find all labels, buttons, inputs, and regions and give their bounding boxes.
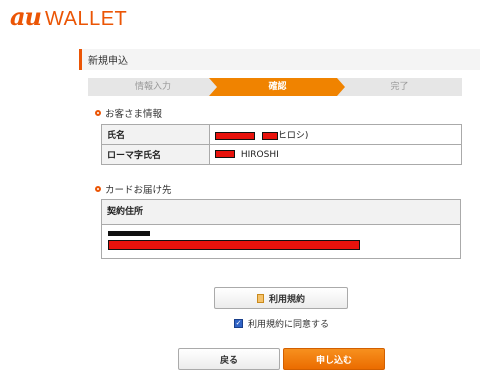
logo-wallet-text: WALLET (45, 8, 128, 30)
roman-name-text: HIROSHI (240, 149, 279, 160)
name-kana-suffix: ヒロシ) (277, 131, 309, 141)
agree-terms[interactable]: ✓ 利用規約に同意する (234, 317, 329, 330)
roman-name-value: HIROSHI (209, 144, 462, 165)
table-row: 氏名 ヒロシ) (101, 124, 462, 145)
terms-button-label: 利用規約 (268, 294, 305, 305)
page-header: 新規申込 (79, 49, 480, 70)
step-input: 情報入力 (88, 78, 218, 96)
terms-button[interactable]: 利用規約 (214, 287, 348, 309)
submit-button[interactable]: 申し込む (283, 348, 385, 370)
address-value (102, 225, 460, 260)
progress-steps: 情報入力 確認 完了 (88, 78, 462, 96)
au-wallet-logo: au WALLET (10, 2, 128, 31)
delivery-heading: カードお届け先 (95, 182, 172, 196)
back-button-label: 戻る (219, 355, 238, 366)
redacted-postcode (108, 231, 150, 236)
delivery-heading-text: カードお届け先 (105, 185, 172, 196)
agree-label: 利用規約に同意する (248, 320, 330, 330)
redacted-kana (261, 131, 278, 140)
customer-info-table: 氏名 ヒロシ) ローマ字氏名 HIROSHI (101, 124, 462, 165)
customer-info-heading: お客さま情報 (95, 106, 162, 120)
agree-checkbox[interactable]: ✓ (234, 319, 243, 328)
step-complete: 完了 (337, 78, 462, 96)
name-value: ヒロシ) (209, 124, 462, 145)
logo-au-text: au (10, 2, 42, 31)
bullet-icon (95, 186, 101, 192)
name-label: 氏名 (101, 124, 210, 145)
redacted-name (215, 131, 255, 140)
document-icon (256, 293, 264, 303)
address-label: 契約住所 (102, 200, 460, 225)
page-title: 新規申込 (88, 56, 128, 67)
step-confirm: 確認 (209, 78, 346, 96)
roman-name-label: ローマ字氏名 (101, 144, 210, 165)
customer-info-heading-text: お客さま情報 (105, 109, 163, 120)
bullet-icon (95, 110, 101, 116)
back-button[interactable]: 戻る (178, 348, 280, 370)
redacted-address (108, 240, 360, 250)
table-row: ローマ字氏名 HIROSHI (101, 144, 462, 165)
redacted-roman (215, 150, 235, 158)
address-box: 契約住所 (101, 199, 461, 259)
submit-button-label: 申し込む (315, 355, 352, 366)
